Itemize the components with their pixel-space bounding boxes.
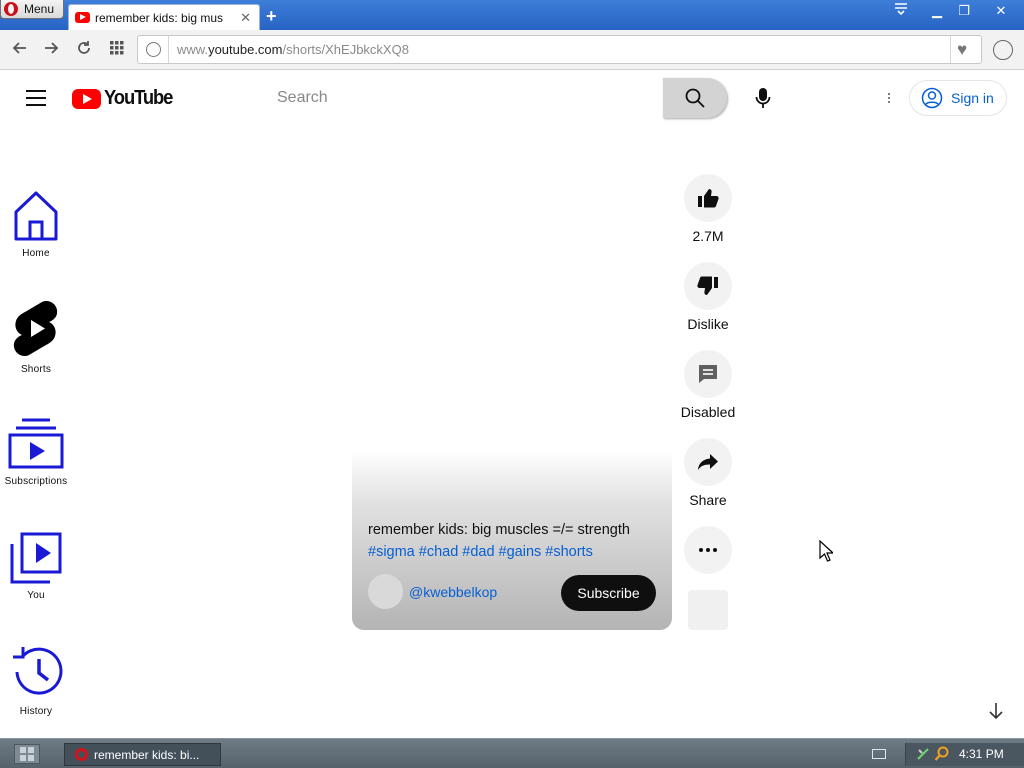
short-title: remember kids: big muscles =/= strength [368,522,630,538]
url-domain: youtube.com [208,42,283,57]
url-divider [950,36,951,63]
short-video-player[interactable]: remember kids: big muscles =/= strength … [352,150,672,630]
sign-in-button[interactable]: Sign in [909,80,1007,116]
taskbar-window-title: remember kids: bi... [94,747,200,762]
hashtag-link[interactable]: #gains [499,544,542,560]
bookmark-heart-icon[interactable]: ♥ [957,40,967,60]
channel-avatar[interactable] [368,574,403,609]
youtube-logo[interactable]: YouTube [72,87,178,110]
hashtag-link[interactable]: #sigma [368,544,415,560]
home-icon [14,191,58,241]
guide-label-shorts: Shorts [20,364,52,375]
opera-menu-button[interactable]: Menu [0,0,64,19]
url-path: /shorts/XhEJbkckXQ8 [282,42,409,57]
network-icon[interactable] [916,747,930,766]
logo-text: YouTube [104,87,173,109]
clock: 4:31 PM [959,747,1004,761]
forward-arrow-icon[interactable] [41,40,61,60]
reload-icon[interactable] [74,40,94,60]
speed-dial-icon[interactable] [107,40,127,60]
history-icon [13,647,63,695]
share-action[interactable]: Share [680,438,736,508]
tab-title: remember kids: big mus [95,10,224,25]
keyboard-icon[interactable] [872,749,886,759]
sign-in-label: Sign in [951,90,994,106]
share-button[interactable] [684,438,732,486]
guide-item-history[interactable]: History [0,644,72,717]
share-label: Share [689,492,727,508]
comment-icon [699,365,717,383]
guide-label-history: History [19,706,53,717]
shorts-icon [13,300,58,357]
search-button[interactable] [663,78,727,118]
url-prefix: www. [177,42,209,57]
minimize-button[interactable]: ▁ [926,2,948,20]
dislike-label: Dislike [687,316,729,332]
address-bar[interactable]: www.youtube.com/shorts/XhEJbkckXQ8 ♥ [137,35,982,64]
channel-name-link[interactable]: @kwebbelkop [409,584,497,600]
close-window-button[interactable]: ✕ [990,2,1012,20]
site-info-icon[interactable] [146,42,161,57]
thumbs-up-icon [698,189,719,208]
browser-tab[interactable]: remember kids: big mus ✕ [68,4,260,30]
browser-navbar: www.youtube.com/shorts/XhEJbkckXQ8 ♥ [0,30,1024,70]
back-arrow-icon[interactable] [10,40,30,60]
browser-profile-icon[interactable] [993,40,1013,60]
your-videos-icon [10,532,62,584]
url-text: www.youtube.com/shorts/XhEJbkckXQ8 [177,42,409,57]
guide-label-home: Home [22,248,50,259]
sound-thumbnail[interactable] [688,590,728,630]
search-icon [685,88,705,108]
like-count: 2.7M [692,228,724,244]
guide-item-you[interactable]: You [0,532,72,601]
url-divider [168,36,169,63]
dislike-button[interactable] [684,262,732,310]
like-action[interactable]: 2.7M [680,174,736,244]
os-taskbar: remember kids: bi... 4:31 PM [0,738,1024,768]
tab-close-icon[interactable]: ✕ [240,10,251,26]
microphone-icon [755,88,771,108]
opera-logo-icon [4,2,18,16]
hashtag-link[interactable]: #shorts [545,544,593,560]
tab-menu-icon[interactable] [890,2,912,20]
guide-item-shorts[interactable]: Shorts [0,300,72,375]
hashtag-link[interactable]: #chad [419,544,459,560]
mouse-cursor-icon [819,539,835,567]
settings-kebab-icon[interactable] [880,88,898,108]
youtube-play-logo-icon [72,88,101,109]
comments-button[interactable] [684,350,732,398]
comments-action[interactable]: Disabled [680,350,736,420]
next-short-arrow-icon[interactable] [985,700,1007,722]
menu-label: Menu [24,2,55,16]
guide-label-subscriptions: Subscriptions [4,476,68,487]
dislike-action[interactable]: Dislike [680,262,736,332]
more-options-button[interactable] [684,526,732,574]
more-action[interactable] [680,526,736,574]
guide-item-subscriptions[interactable]: Subscriptions [0,418,72,487]
youtube-favicon-icon [75,12,90,23]
thumbs-down-icon [697,276,718,295]
guide-item-home[interactable]: Home [0,190,72,259]
start-menu-button[interactable] [14,744,40,764]
account-circle-icon [921,87,943,109]
subscribe-button[interactable]: Subscribe [561,575,656,611]
more-horizontal-icon [699,548,717,552]
short-hashtags: #sigma #chad #dad #gains #shorts [368,541,597,563]
browser-titlebar: Menu remember kids: big mus ✕ + ▁ ❐ ✕ [0,0,1024,30]
subscriptions-icon [8,418,64,469]
hamburger-menu-icon[interactable] [26,90,46,106]
taskbar-window-item[interactable]: remember kids: bi... [64,743,221,766]
share-icon [698,454,718,470]
opera-taskbar-icon [75,748,88,761]
search-input[interactable] [262,78,664,118]
restore-button[interactable]: ❐ [953,2,975,20]
voice-search-button[interactable] [751,86,775,110]
like-button[interactable] [684,174,732,222]
guide-label-you: You [27,590,45,601]
hashtag-link[interactable]: #dad [462,544,494,560]
search-tray-icon[interactable] [934,746,950,767]
new-tab-button[interactable]: + [266,6,277,27]
comments-label: Disabled [680,404,736,420]
